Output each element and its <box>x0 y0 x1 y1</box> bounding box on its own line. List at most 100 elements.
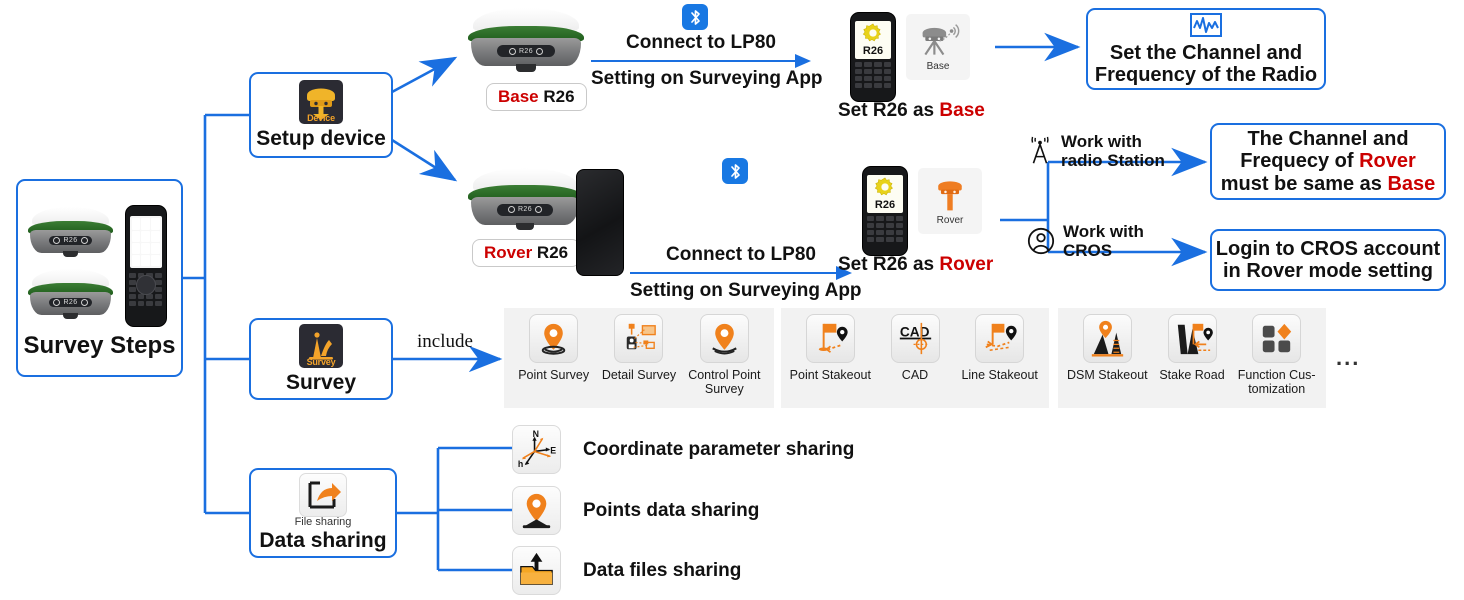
cad-icon: CAD <box>890 314 940 363</box>
match-line3-role: Base <box>1387 172 1436 195</box>
sharing-label: Coordinate parameter sharing <box>583 438 855 460</box>
sharing-label: Data files sharing <box>583 559 742 581</box>
function-label: Line Stakeout <box>961 368 1038 382</box>
work-with-radio-station-option: Work with radio Station <box>1025 132 1165 170</box>
rover-caption-prefix: Set R26 as <box>838 254 940 275</box>
radio-tower-icon <box>1031 136 1049 164</box>
rover-arrow-top-label: Connect to LP80 <box>666 243 816 265</box>
cros-option-line2: CROS <box>1063 241 1113 261</box>
gear-icon <box>862 23 881 42</box>
base-controller-screen-label: R26 <box>862 45 884 58</box>
function-item[interactable]: Line Stakeout <box>958 314 1041 382</box>
base-caption: Set R26 as Base <box>838 100 985 122</box>
more-functions-ellipsis: ... <box>1336 345 1361 370</box>
rover-controller-screen-label: R26 <box>874 199 896 212</box>
function-label: Detail Survey <box>601 368 677 382</box>
survey-node[interactable]: Survey Survey <box>249 318 393 400</box>
survey-function-group-2: Point Stakeout CAD CAD Line Stakeout <box>781 308 1049 408</box>
sharing-row-coordinate[interactable]: N E h Coordinate parameter sharing <box>512 425 854 474</box>
rover-tag-role: Rover <box>484 243 533 262</box>
sharing-row-files[interactable]: Data files sharing <box>512 546 741 595</box>
svg-text:E: E <box>550 445 556 455</box>
data-sharing-node[interactable]: File sharing Data sharing <box>249 468 397 558</box>
rover-pole-icon <box>938 181 962 211</box>
rover-arrow-bottom-label: Setting on Surveying App <box>630 279 862 301</box>
include-connector-label: include <box>417 331 473 352</box>
handheld-controller-icon <box>124 204 167 327</box>
rover-mode-setting-group: R26 Rover Set R26 as Rover <box>838 166 1008 275</box>
channel-frequency-match-box[interactable]: The Channel and Frequecy of Rover must b… <box>1210 123 1446 200</box>
survey-steps-node[interactable]: R26 R26 Survey Steps <box>16 179 183 377</box>
base-arrow-top-label: Connect to LP80 <box>626 32 776 53</box>
upload-folder-icon <box>512 546 561 595</box>
rover-tag-model: R26 <box>532 243 569 262</box>
base-connect-arrow: Connect to LP80 Setting on Surveying App <box>591 32 823 90</box>
survey-steps-label: Survey Steps <box>23 331 176 359</box>
rover-receiver-image: R26 <box>466 168 584 234</box>
user-account-icon <box>1027 227 1055 255</box>
base-tag-role: Base <box>498 87 539 106</box>
detail-survey-icon <box>614 314 664 363</box>
function-item[interactable]: CAD CAD <box>874 314 957 382</box>
cros-option-line1: Work with <box>1063 222 1144 241</box>
rover-mode-tile-label: Rover <box>936 215 964 226</box>
sharing-label: Points data sharing <box>583 499 760 521</box>
match-line3: must be same as Base <box>1221 173 1436 195</box>
dsm-stakeout-icon <box>1082 314 1132 363</box>
svg-text:CAD: CAD <box>899 325 929 340</box>
set-channel-line2: Frequency of the Radio <box>1094 64 1318 86</box>
function-label: Control Point Survey <box>688 368 761 397</box>
svg-text:h: h <box>518 459 523 469</box>
base-mode-setting-group: R26 Base Set R26 as Base <box>838 12 996 121</box>
stake-road-icon <box>1167 314 1217 363</box>
match-line2: Frequecy of Rover <box>1240 150 1416 172</box>
rover-connect-arrow: Connect to LP80 Setting on Surveying App <box>630 243 862 302</box>
function-label: CAD <box>901 368 929 382</box>
function-item[interactable]: Stake Road <box>1151 314 1234 382</box>
device-app-icon: Device <box>299 79 343 124</box>
line-stakeout-icon <box>975 314 1025 363</box>
base-mode-tile-label: Base <box>926 61 950 72</box>
function-label: Point Stakeout <box>789 368 871 382</box>
cros-login-box[interactable]: Login to CROS account in Rover mode sett… <box>1210 229 1446 291</box>
function-item[interactable]: DSM Stakeout <box>1066 314 1149 382</box>
coordinate-axes-icon: N E h <box>512 425 561 474</box>
setup-device-label: Setup device <box>256 126 386 150</box>
svg-text:N: N <box>533 429 539 439</box>
rover-mode-tile[interactable]: Rover <box>918 168 982 234</box>
match-line2-text: Frequecy of <box>1240 150 1360 173</box>
rover-caption: Set R26 as Rover <box>838 254 993 276</box>
setup-device-node[interactable]: Device Setup device <box>249 72 393 158</box>
bluetooth-icon <box>682 4 708 30</box>
match-line1: The Channel and <box>1247 127 1409 150</box>
base-arrow-bottom-label: Setting on Surveying App <box>591 67 823 89</box>
set-channel-frequency-box[interactable]: Set the Channel and Frequency of the Rad… <box>1086 8 1326 90</box>
base-mode-tile[interactable]: Base <box>906 14 970 80</box>
radio-option-line2: radio Station <box>1061 151 1165 171</box>
survey-function-group-3: DSM Stakeout Stake Road Function Cus-tom… <box>1058 308 1326 408</box>
function-label: Point Survey <box>518 368 590 382</box>
file-sharing-app-icon <box>299 473 347 518</box>
survey-app-icon: Survey <box>299 323 343 368</box>
survey-function-group-1: Point Survey Detail Survey Control Point… <box>504 308 774 408</box>
base-r26-tag: Base R26 <box>486 83 587 111</box>
function-item[interactable]: Control Point Survey <box>683 314 766 397</box>
function-item[interactable]: Detail Survey <box>597 314 680 382</box>
radio-waveform-icon <box>1190 12 1222 37</box>
sharing-row-points[interactable]: Points data sharing <box>512 486 759 535</box>
function-customization-icon <box>1252 314 1302 363</box>
diagram-canvas: R26 R26 Survey Steps Device Setup device… <box>0 0 1464 600</box>
base-caption-prefix: Set R26 as <box>838 100 940 121</box>
function-item[interactable]: Function Cus-tomization <box>1235 314 1318 397</box>
match-line2-role: Rover <box>1359 150 1416 173</box>
file-sharing-icon-label: File sharing <box>294 516 352 529</box>
map-pin-survey-icon <box>529 314 579 363</box>
data-sharing-label: Data sharing <box>259 529 387 553</box>
function-item[interactable]: Point Survey <box>512 314 595 382</box>
gnss-receiver-icon: R26 <box>27 206 115 261</box>
function-label: DSM Stakeout <box>1067 368 1148 382</box>
handheld-controller-icon: R26 <box>850 12 896 102</box>
function-item[interactable]: Point Stakeout <box>789 314 872 382</box>
points-data-icon <box>512 486 561 535</box>
survey-label: Survey <box>285 370 357 394</box>
